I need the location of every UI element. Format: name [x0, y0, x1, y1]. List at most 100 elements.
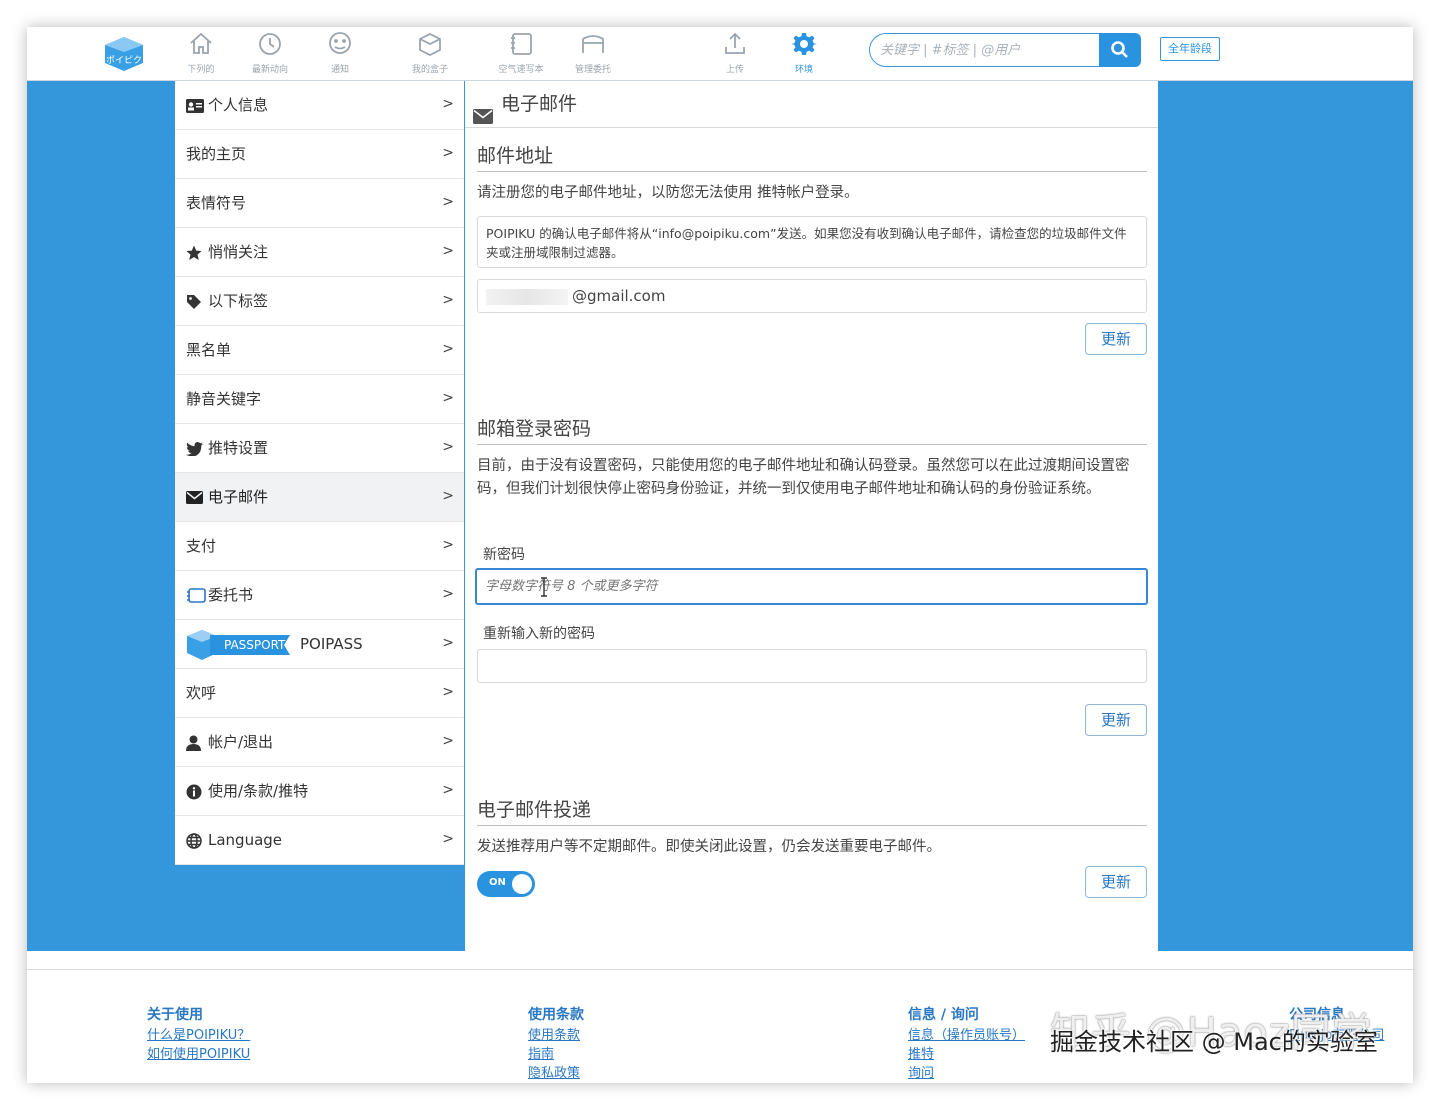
nav-label: 下列的	[187, 65, 215, 75]
app-window: ポイピク 下列的 最新动向 通知 我的盒子 空气速写本 管理委托 上传 环境 关…	[27, 27, 1413, 1083]
page-title-text: 电子邮件	[501, 93, 578, 115]
footer-heading: 使用条款	[528, 1007, 584, 1023]
nav-sketchbook[interactable]: 空气速写本	[489, 31, 553, 77]
email-delivery-description: 发送推荐用户等不定期邮件。即使关闭此设置，仍会发送重要电子邮件。	[477, 839, 941, 855]
star-icon	[186, 245, 204, 261]
poipiku-logo[interactable]: ポイピク	[103, 35, 145, 73]
nav-label: 上传	[725, 65, 744, 75]
nav-label: 管理委托	[574, 65, 611, 75]
footer-link[interactable]: 信息（操作员账号）	[908, 1026, 1025, 1045]
email-notice-box: POIPIKU 的确认电子邮件将从“info@poipiku.com”发送。如果…	[477, 216, 1147, 268]
nav-commission[interactable]: 管理委托	[561, 31, 625, 77]
settings-sidebar: 个人信息 > 我的主页 > 表情符号 > 悄悄关注 > 以下标签 > 黑名单 >	[175, 81, 464, 865]
watermark-juejin: 掘金技术社区 @ Mac的实验室	[1050, 1028, 1378, 1056]
chevron-right-icon: >	[442, 96, 454, 112]
footer-link[interactable]: 指南	[528, 1045, 584, 1064]
chevron-right-icon: >	[442, 733, 454, 749]
chevron-right-icon: >	[442, 390, 454, 406]
chevron-right-icon: >	[442, 684, 454, 700]
commission-icon	[186, 588, 206, 603]
confirm-password-label: 重新输入新的密码	[483, 626, 595, 642]
sidebar-item-poipass[interactable]: PASSPORT POIPASS >	[175, 620, 464, 669]
sidebar-item-label: 悄悄关注	[208, 243, 269, 261]
sidebar-item-cheer[interactable]: 欢呼 >	[175, 669, 464, 718]
nav-recent[interactable]: 最新动向	[238, 31, 302, 77]
sidebar-item-label: 电子邮件	[208, 488, 269, 506]
sidebar-item-homepage[interactable]: 我的主页 >	[175, 130, 464, 179]
nav-label: 我的盒子	[411, 65, 448, 75]
sidebar-item-label: 个人信息	[208, 96, 269, 114]
footer-column-info: 信息 / 询问 信息（操作员账号） 推特 询问	[908, 1004, 1025, 1083]
sketchbook-icon	[511, 33, 532, 55]
sidebar-item-label: 黑名单	[186, 341, 232, 359]
sidebar-item-email[interactable]: 电子邮件 >	[175, 473, 464, 522]
nav-upload[interactable]: 上传	[703, 31, 767, 77]
sidebar-item-emoji[interactable]: 表情符号 >	[175, 179, 464, 228]
search-input[interactable]	[869, 33, 1099, 67]
confirm-password-input[interactable]	[477, 649, 1147, 683]
footer-link[interactable]: 如何使用POIPIKU	[147, 1045, 250, 1064]
sidebar-item-secret-follow[interactable]: 悄悄关注 >	[175, 228, 464, 277]
sidebar-item-language[interactable]: Language >	[175, 816, 464, 865]
passport-icon: PASSPORT	[186, 629, 290, 661]
footer-column-about: 关于使用 什么是POIPIKU？ 如何使用POIPIKU	[147, 1004, 250, 1064]
upload-icon	[725, 32, 745, 54]
chevron-right-icon: >	[442, 194, 454, 210]
email-field[interactable]: @gmail.com	[477, 279, 1147, 313]
sidebar-item-label: 表情符号	[186, 194, 247, 212]
footer-link[interactable]: 什么是POIPIKU？	[147, 1026, 250, 1045]
nav-label: 空气速写本	[498, 65, 544, 75]
clock-icon	[259, 33, 281, 55]
footer-link[interactable]: 推特	[908, 1045, 1025, 1064]
nav-settings[interactable]: 环境	[772, 31, 836, 77]
sidebar-item-label: 静音关键字	[186, 390, 262, 408]
sidebar-item-label: 支付	[186, 537, 217, 555]
sidebar-item-profile[interactable]: 个人信息 >	[175, 81, 464, 130]
footer-column-terms: 使用条款 使用条款 指南 隐私政策	[528, 1004, 584, 1083]
sidebar-item-terms[interactable]: 使用/条款/推特 >	[175, 767, 464, 816]
footer-link[interactable]: 隐私政策	[528, 1064, 584, 1083]
password-heading: 邮箱登录密码	[477, 414, 1147, 445]
main-area: 个人信息 > 我的主页 > 表情符号 > 悄悄关注 > 以下标签 > 黑名单 >	[27, 81, 1413, 951]
new-password-label: 新密码	[483, 547, 525, 563]
info-icon	[186, 784, 204, 800]
top-header: ポイピク 下列的 最新动向 通知 我的盒子 空气速写本 管理委托 上传 环境 关…	[27, 27, 1413, 81]
sidebar-item-account[interactable]: 帐户/退出 >	[175, 718, 464, 767]
toggle-state-label: ON	[489, 877, 506, 888]
email-update-button[interactable]: 更新	[1085, 323, 1147, 355]
envelope-icon	[473, 95, 493, 141]
sidebar-item-commission[interactable]: 委托书 >	[175, 571, 464, 620]
sidebar-item-label: Language	[208, 831, 283, 849]
envelope-icon	[186, 491, 204, 504]
nav-label: 通知	[330, 65, 349, 75]
new-password-input[interactable]	[475, 568, 1148, 605]
passport-badge-text: PASSPORT	[224, 637, 286, 652]
search-button[interactable]	[1099, 33, 1141, 67]
password-update-button[interactable]: 更新	[1085, 704, 1147, 736]
age-filter-button[interactable]: 全年龄段	[1160, 37, 1220, 61]
email-address-description: 请注册您的电子邮件地址，以防您无法使用 推特帐户登录。	[477, 185, 859, 201]
chevron-right-icon: >	[442, 243, 454, 259]
chevron-right-icon: >	[442, 537, 454, 553]
chevron-right-icon: >	[442, 341, 454, 357]
sidebar-item-label: 我的主页	[186, 145, 247, 163]
nav-home[interactable]: 下列的	[169, 31, 233, 77]
tag-icon	[186, 294, 204, 310]
nav-my-box[interactable]: 我的盒子	[398, 31, 462, 77]
footer-link[interactable]: 使用条款	[528, 1026, 584, 1045]
email-delivery-toggle[interactable]: ON	[477, 871, 535, 897]
sidebar-item-twitter-settings[interactable]: 推特设置 >	[175, 424, 464, 473]
redacted-username	[486, 288, 568, 305]
sidebar-item-blocklist[interactable]: 黑名单 >	[175, 326, 464, 375]
id-card-icon	[186, 98, 204, 113]
email-address-heading: 邮件地址	[477, 141, 1147, 172]
sidebar-item-followed-tags[interactable]: 以下标签 >	[175, 277, 464, 326]
password-description: 目前，由于没有设置密码，只能使用您的电子邮件地址和确认码登录。虽然您可以在此过渡…	[477, 458, 1130, 497]
page-title: 电子邮件	[465, 81, 1158, 128]
sidebar-item-mute-keywords[interactable]: 静音关键字 >	[175, 375, 464, 424]
nav-notifications[interactable]: 通知	[308, 31, 372, 77]
email-domain: @gmail.com	[572, 287, 666, 305]
footer-link[interactable]: 询问	[908, 1064, 1025, 1083]
delivery-update-button[interactable]: 更新	[1085, 866, 1147, 898]
sidebar-item-payment[interactable]: 支付 >	[175, 522, 464, 571]
